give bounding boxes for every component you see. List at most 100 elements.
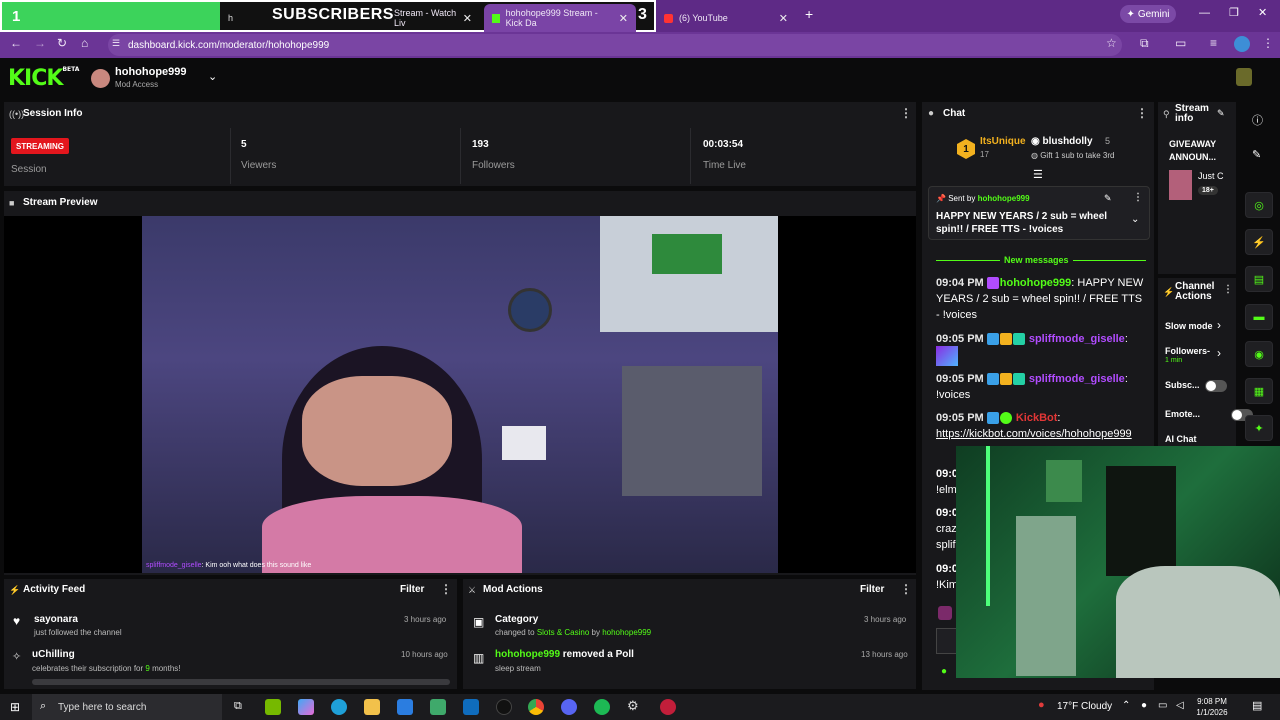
mod-filter-button[interactable]: Filter [860,584,884,595]
store-app-icon[interactable] [397,699,413,715]
divider [230,128,231,184]
mature-badge: 18+ [1198,186,1218,195]
site-info-icon[interactable]: ☰ [112,38,120,49]
chat-link[interactable]: https://kickbot.com/voices/hohohope999 [936,428,1132,440]
spotify-app-icon[interactable] [594,699,610,715]
notification-icon[interactable]: ▤ [1252,699,1262,712]
unpin-icon[interactable]: ✎ [1104,193,1112,204]
wrench-icon: ✦ [1254,422,1264,435]
reading-list-icon[interactable]: ≡ [1210,36,1217,50]
home-icon[interactable]: ⌂ [81,36,88,50]
volume-icon[interactable]: ◁ [1176,700,1184,711]
chrome-app-icon[interactable] [528,699,544,715]
file-explorer-icon[interactable] [364,699,380,715]
pencil-icon[interactable]: ✎ [1252,148,1261,161]
close-tab-icon[interactable]: ✕ [463,12,472,25]
info-icon[interactable]: ⓘ [1252,112,1263,128]
browser-tab[interactable]: h [220,4,272,32]
clock-time[interactable]: 9:08 PM [1194,697,1230,706]
kick-logo[interactable]: KICKBETA [8,66,79,91]
gemini-button[interactable]: ✦ Gemini [1120,5,1176,23]
more-options-icon[interactable]: ⋮ [900,582,912,596]
verified-badge-icon [999,412,1012,425]
taskbar-search-input[interactable]: Type here to search [32,694,222,720]
browser-tab-active[interactable]: hohohope999 Stream - Kick Da ✕ [484,4,636,32]
user-avatar[interactable] [1236,68,1252,86]
sidebar-tool-lightning[interactable]: ⚡ [1245,229,1273,255]
gift-sub-prompt[interactable]: ◍ Gift 1 sub to take 3rd [1031,151,1114,160]
streaming-status-badge: STREAMING [11,138,69,154]
menu-icon[interactable]: ⋮ [1262,36,1274,50]
moderator-badge-icon [986,373,999,386]
chevron-right-icon[interactable]: › [1217,346,1221,360]
app-icon[interactable] [430,699,446,715]
sidebar-tool-list[interactable]: ▤ [1245,266,1273,292]
weather-text[interactable]: 17°F Cloudy [1057,701,1112,712]
stream-info-title: Stream info [1175,103,1209,124]
slow-mode-action[interactable]: Slow mode [1165,321,1213,331]
restore-icon[interactable]: ❐ [1229,6,1239,19]
windows-start-icon[interactable]: ⊞ [10,700,20,714]
close-tab-icon[interactable]: ✕ [779,12,788,25]
chat-settings-icon[interactable]: ● [941,666,947,677]
discord-app-icon[interactable] [561,699,577,715]
activity-time: 3 hours ago [404,615,447,624]
obs-app-icon[interactable] [660,699,676,715]
back-icon[interactable]: ← [10,36,22,50]
leaderboard-user[interactable]: ItsUnique [980,136,1026,147]
new-tab-icon[interactable]: + [805,6,813,22]
activity-filter-button[interactable]: Filter [400,584,424,595]
activity-user[interactable]: uChilling [32,649,75,660]
close-window-icon[interactable]: ✕ [1258,6,1267,19]
more-options-icon[interactable]: ⋮ [440,582,452,596]
stream-video-frame[interactable] [142,216,778,573]
subscriber-mode-toggle[interactable] [1205,380,1227,392]
more-options-icon[interactable]: ⋮ [1223,284,1233,295]
close-tab-icon[interactable]: ✕ [619,12,628,25]
outlook-app-icon[interactable] [463,699,479,715]
sword-icon: ⚔ [468,585,477,595]
chevron-down-icon[interactable]: ⌄ [1131,214,1139,225]
extensions-icon[interactable]: ⧉ [1140,36,1149,51]
leaderboard-user[interactable]: ◉ blushdolly [1031,136,1093,147]
activity-user[interactable]: sayonara [34,614,78,625]
followers-only-action[interactable]: Followers- [1165,346,1210,356]
filter-lines-icon[interactable]: ☰ [1033,168,1043,181]
cast-icon[interactable]: ▭ [1175,36,1186,50]
minimize-icon[interactable]: — [1199,7,1210,19]
activity-scrollbar[interactable] [32,679,450,685]
sidebar-tool-wrench[interactable]: ✦ [1245,415,1273,441]
microphone-icon[interactable]: ● [1141,700,1147,711]
profile-avatar[interactable] [1234,36,1250,52]
emote-picker-button[interactable] [936,628,958,654]
nvidia-app-icon[interactable] [265,699,281,715]
tray-chevron-icon[interactable]: ⌃ [1122,700,1130,711]
reload-icon[interactable]: ↻ [57,36,67,50]
settings-gear-icon[interactable]: ⚙ [627,698,639,714]
browser-tab[interactable]: (6) YouTube ✕ [656,4,796,32]
url-input[interactable]: dashboard.kick.com/moderator/hohohope999 [108,34,1122,56]
bookmark-star-icon[interactable]: ☆ [1106,36,1117,50]
edge-app-icon[interactable] [331,699,347,715]
crown-badge-icon [999,333,1012,346]
new-messages-label[interactable]: New messages [1000,255,1073,265]
edit-icon[interactable]: ✎ [1217,108,1225,119]
task-view-icon[interactable]: ⧉ [234,700,242,713]
copilot-app-icon[interactable] [298,699,314,715]
more-options-icon[interactable]: ⋮ [900,106,912,120]
sidebar-tool-broadcast[interactable]: ◉ [1245,341,1273,367]
tiktok-app-icon[interactable] [496,699,512,715]
browser-tab[interactable]: Stream - Watch Liv ✕ [386,4,480,32]
sidebar-tool-chat[interactable]: ▬ [1245,304,1273,330]
chevron-right-icon[interactable]: › [1217,318,1221,332]
more-options-icon[interactable]: ⋮ [1136,106,1148,120]
more-options-icon[interactable]: ⋮ [1133,192,1143,203]
sidebar-tool-target[interactable]: ◎ [1245,192,1273,218]
chevron-down-icon[interactable]: ⌄ [208,70,217,83]
network-icon[interactable]: ▭ [1158,700,1167,711]
forward-icon[interactable]: → [34,36,46,50]
ai-chat-action[interactable]: AI Chat [1165,434,1197,444]
clock-date[interactable]: 1/1/2026 [1191,708,1233,717]
channel-username: hohohope999 [115,66,187,78]
sidebar-tool-layout[interactable]: ▦ [1245,378,1273,404]
